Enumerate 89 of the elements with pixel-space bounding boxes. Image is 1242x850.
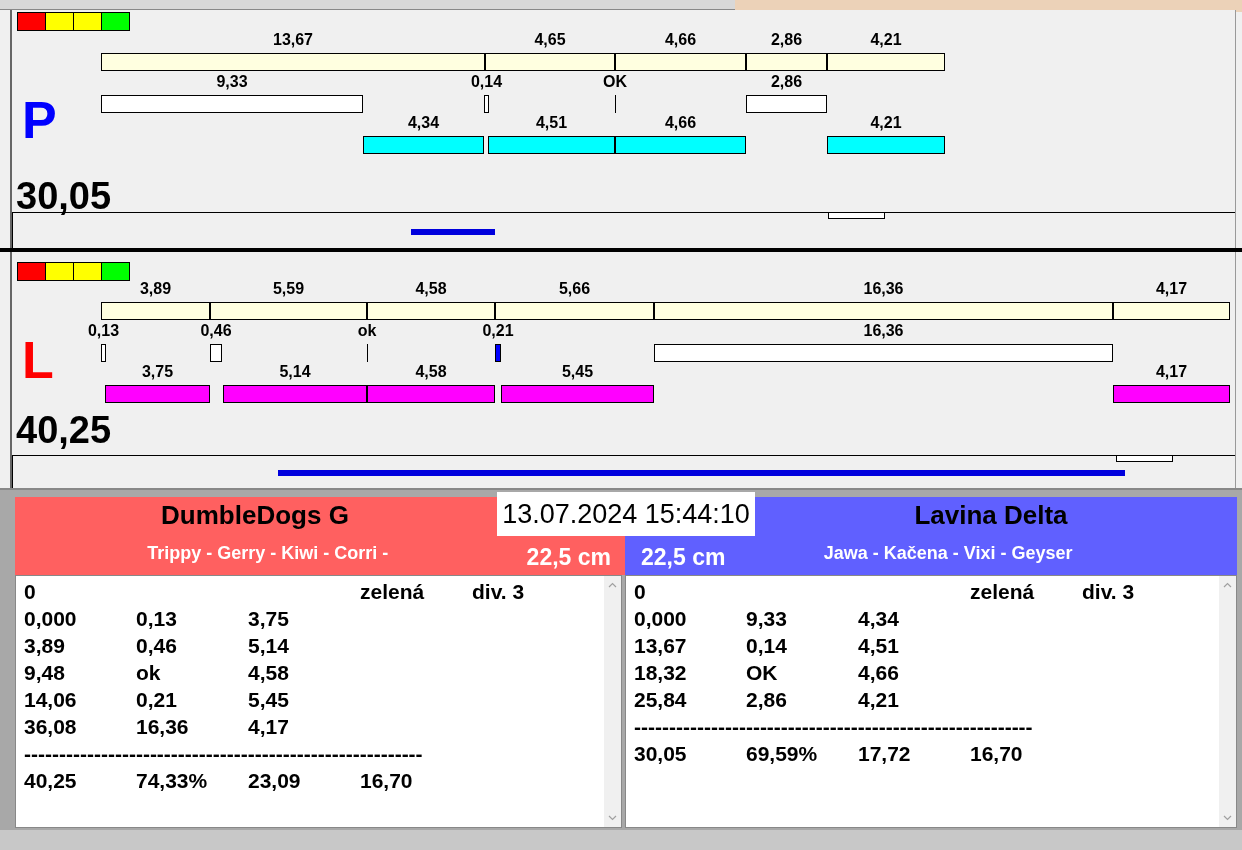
scroll-up-icon[interactable] (1223, 582, 1232, 588)
log-cell-text: 9,33 (746, 606, 788, 631)
time-label: 4,66 (664, 30, 697, 50)
log-cell-text: zelená (970, 579, 1036, 604)
separator-text: --------------------------------------------------------- (24, 741, 423, 766)
total-time: 30,05 (16, 174, 112, 218)
log-cell-text: 4,17 (248, 714, 290, 739)
log-cell-text: 5,14 (248, 633, 290, 658)
log-cell-text: 74,33% (136, 768, 209, 793)
log-cell-text: 4,34 (858, 606, 900, 631)
log-cell-text: 16,70 (360, 768, 414, 793)
log-cell-text: 4,21 (858, 687, 900, 712)
log-cell-text: 4,51 (858, 633, 900, 658)
log-cell-text: 16,36 (136, 714, 190, 739)
time-label: 0,46 (200, 320, 232, 341)
log-cell-text: 36,08 (24, 714, 78, 739)
log-cell-text: 3,89 (24, 633, 66, 658)
log-cell-text: 0 (634, 579, 647, 604)
log-cell-text: 18,32 (634, 660, 688, 685)
time-label: 0,14 (470, 71, 503, 92)
log-cell-text: 0,21 (136, 687, 178, 712)
time-label: 4,21 (870, 30, 902, 50)
time-label: ok (357, 320, 377, 341)
dog-names: Jawa - Kačena - Vixi - Geyser (822, 543, 1074, 564)
date-time: 13.07.2024 15:44:10 (497, 492, 755, 536)
log-cell-text: 2,86 (746, 687, 788, 712)
lane-letter: P (22, 90, 57, 150)
time-label: 9,33 (216, 71, 248, 92)
time-label: 4,21 (870, 113, 902, 133)
time-label: 5,45 (561, 362, 594, 382)
log-cell-text: 0,14 (746, 633, 788, 658)
log-cell-text: div. 3 (472, 579, 526, 604)
scrollbar[interactable] (604, 576, 621, 827)
log-cell-text: div. 3 (1082, 579, 1136, 604)
time-label: 2,86 (770, 71, 803, 92)
time-label: OK (603, 71, 627, 92)
log-cell-text: 14,06 (24, 687, 78, 712)
log-cell-text: 16,70 (970, 741, 1024, 766)
scrollbar[interactable] (1219, 576, 1236, 827)
time-label: 4,17 (1155, 279, 1188, 299)
total-time: 40,25 (16, 408, 112, 452)
log-cell-text: 25,84 (634, 687, 688, 712)
time-label: 13,67 (273, 30, 313, 50)
time-label: 16,36 (863, 320, 904, 341)
log-cell-text: 0,000 (24, 606, 78, 631)
log-cell-text: 0,000 (634, 606, 688, 631)
scroll-down-icon[interactable] (608, 815, 617, 821)
log-cell-text: 0,46 (136, 633, 178, 658)
log-cell-text: zelená (360, 579, 426, 604)
time-label: 4,58 (415, 362, 447, 382)
log-cell-text: 30,05 (634, 741, 688, 766)
time-label: 4,34 (407, 113, 440, 133)
log-cell-text: 4,58 (248, 660, 290, 685)
time-label: 4,17 (1155, 362, 1188, 382)
team-name: Lavina Delta (914, 500, 1068, 530)
jump-height: 22,5 cm (525, 544, 612, 571)
time-label: 5,59 (272, 279, 305, 299)
time-label: 0,21 (482, 320, 514, 341)
time-label: 2,86 (770, 30, 803, 50)
time-label: 3,75 (141, 362, 174, 382)
log-cell-text: 23,09 (248, 768, 302, 793)
scroll-down-icon[interactable] (1223, 815, 1232, 821)
time-label: 5,66 (558, 279, 591, 299)
time-label: 4,51 (535, 113, 568, 133)
team-name: DumbleDogs G (161, 500, 349, 530)
log-cell-text: 40,25 (24, 768, 78, 793)
log-cell-text: 5,45 (248, 687, 290, 712)
time-label: 5,14 (279, 362, 311, 382)
scroll-up-icon[interactable] (608, 582, 617, 588)
time-label: 3,89 (139, 279, 172, 299)
log-cell-text: 4,66 (858, 660, 900, 685)
log-cell-text: ok (136, 660, 162, 685)
log-cell-text: 3,75 (248, 606, 290, 631)
log-cell-text: 0 (24, 579, 37, 604)
dog-names: Trippy - Gerry - Kiwi - Corri - (146, 543, 390, 564)
log-cell-text: 17,72 (858, 741, 912, 766)
time-label: 0,13 (87, 320, 120, 341)
lane-letter: L (22, 330, 54, 390)
log-cell-text: 13,67 (634, 633, 688, 658)
time-label: 16,36 (863, 279, 904, 299)
jump-height: 22,5 cm (640, 544, 727, 571)
time-label: 4,66 (664, 113, 697, 133)
separator-text: --------------------------------------------------------- (634, 714, 1033, 739)
log-cell-text: OK (746, 660, 779, 685)
time-label: 4,65 (534, 30, 566, 50)
log-cell-text: 9,48 (24, 660, 66, 685)
log-cell-text: 0,13 (136, 606, 178, 631)
log-cell-text: 69,59% (746, 741, 819, 766)
time-label: 4,58 (415, 279, 447, 299)
